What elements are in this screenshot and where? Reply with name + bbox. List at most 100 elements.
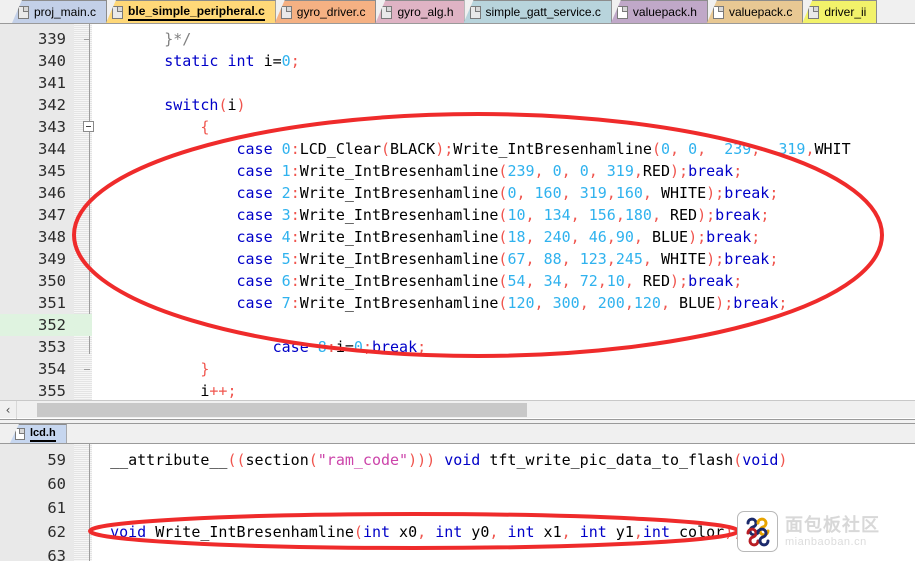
code-token: :	[290, 294, 300, 312]
editor-tab-7[interactable]: driver_ii	[802, 0, 878, 23]
editor-tab-5[interactable]: valuepack.h	[610, 0, 708, 23]
code-line[interactable]: i++;	[92, 380, 236, 400]
code-token: x0	[390, 523, 418, 541]
code-token: 90	[615, 228, 634, 246]
header-tab-0[interactable]: lcd.h	[10, 424, 67, 443]
code-token: RED	[670, 206, 698, 224]
code-token: 240	[543, 228, 571, 246]
editor-pane-header[interactable]: lcd.h __attribute__((section("ram_code")…	[0, 424, 915, 561]
code-line[interactable]: }*/	[92, 28, 191, 50]
code-token: "ram_code"	[317, 451, 409, 469]
code-token: Write_IntBresenhamline	[299, 228, 499, 246]
code-token: ;	[444, 140, 454, 158]
line-number: 345	[38, 162, 66, 180]
code-token: Write_IntBresenhamline	[299, 162, 499, 180]
code-token: RED	[642, 272, 670, 290]
scrollbar-thumb[interactable]	[37, 402, 527, 417]
code-token: int	[579, 523, 607, 541]
editor-tab-3[interactable]: gyro_alg.h	[375, 0, 465, 23]
code-token: ,	[579, 294, 589, 312]
code-folding-column-bottom[interactable]	[74, 444, 92, 561]
editor-tab-6[interactable]: valuepack.c	[706, 0, 804, 23]
code-line[interactable]: {	[92, 116, 209, 138]
code-token: 0	[579, 162, 589, 180]
code-token: ,	[633, 228, 643, 246]
code-token: int	[642, 523, 670, 541]
code-token: ;	[715, 184, 725, 202]
code-line[interactable]: case 5:Write_IntBresenhamline(67, 88, 12…	[92, 248, 779, 270]
line-number: 355	[38, 382, 66, 400]
code-line[interactable]: case 4:Write_IntBresenhamline(18, 240, 4…	[92, 226, 761, 248]
header-code-area[interactable]: __attribute__((section("ram_code"))) voi…	[92, 444, 915, 561]
code-line[interactable]: case 0:LCD_Clear(BLACK);Write_IntBresenh…	[92, 138, 851, 160]
code-token: color	[670, 523, 725, 541]
code-token: 2	[281, 184, 291, 202]
code-token: )	[778, 451, 788, 469]
code-token: 88	[543, 250, 562, 268]
code-line[interactable]: case 2:Write_IntBresenhamline(0, 160, 31…	[92, 182, 779, 204]
document-icon	[381, 5, 393, 19]
editor-tab-2[interactable]: gyro_driver.c	[274, 0, 377, 23]
code-line[interactable]: void Write_IntBresenhamline(int x0, int …	[92, 520, 742, 544]
code-line[interactable]: __attribute__((section("ram_code"))) voi…	[92, 448, 787, 472]
code-line[interactable]: }	[92, 358, 209, 380]
code-token: 200	[597, 294, 625, 312]
code-token: ;	[751, 228, 761, 246]
code-line[interactable]: switch(i)	[92, 94, 245, 116]
code-line[interactable]: case 1:Write_IntBresenhamline(239, 0, 0,…	[92, 160, 743, 182]
code-token: break	[706, 228, 752, 246]
code-token: Write_IntBresenhamline	[299, 250, 499, 268]
code-token: 3	[281, 206, 291, 224]
horizontal-scrollbar[interactable]: ‹	[0, 400, 915, 419]
editor-tab-4[interactable]: simple_gatt_service.c	[463, 0, 612, 23]
code-token: 0	[281, 140, 291, 158]
code-token: :	[290, 206, 300, 224]
code-token: 67	[507, 250, 526, 268]
code-token: ;	[733, 272, 743, 290]
code-token: ,	[561, 272, 571, 290]
line-number: 59	[47, 451, 66, 469]
code-token: (	[381, 140, 391, 158]
tab-label: ble_simple_peripheral.c	[128, 4, 265, 21]
code-token: y1	[606, 523, 634, 541]
code-line[interactable]: case 8:i=0;break;	[92, 336, 427, 358]
code-token: )	[670, 162, 680, 180]
code-token: BLUE	[679, 294, 716, 312]
code-token: break	[688, 272, 734, 290]
code-token: 245	[615, 250, 643, 268]
line-number: 351	[38, 294, 66, 312]
editor-tab-0[interactable]: proj_main.c	[12, 0, 108, 23]
code-token: 160	[534, 184, 562, 202]
code-line[interactable]: static int i=0;	[92, 50, 299, 72]
code-token: 0	[688, 140, 698, 158]
code-token: ,	[525, 228, 535, 246]
code-line[interactable]: case 3:Write_IntBresenhamline(10, 134, 1…	[92, 204, 770, 226]
tab-label: driver_ii	[824, 4, 867, 19]
line-number: 339	[38, 30, 66, 48]
tab-label: gyro_alg.h	[397, 4, 454, 19]
fold-end-marker	[84, 39, 90, 40]
code-token: ,	[525, 272, 535, 290]
code-token: 123	[579, 250, 607, 268]
code-token: 0	[353, 338, 363, 356]
code-line[interactable]: case 6:Write_IntBresenhamline(54, 34, 72…	[92, 270, 743, 292]
source-code-area[interactable]: }*/ static int i=0; switch(i) { case 0:L…	[92, 24, 915, 400]
editor-pane-source[interactable]: }*/ static int i=0; switch(i) { case 0:L…	[0, 24, 915, 400]
fold-markers-top[interactable]	[74, 24, 94, 400]
editor-tab-1[interactable]: ble_simple_peripheral.c	[106, 0, 276, 23]
code-token: ++	[209, 382, 228, 400]
line-number: 346	[38, 184, 66, 202]
code-line[interactable]: case 7:Write_IntBresenhamline(120, 300, …	[92, 292, 788, 314]
fold-collapse-icon[interactable]	[83, 121, 94, 132]
scroll-left-arrow-icon[interactable]: ‹	[0, 400, 17, 419]
